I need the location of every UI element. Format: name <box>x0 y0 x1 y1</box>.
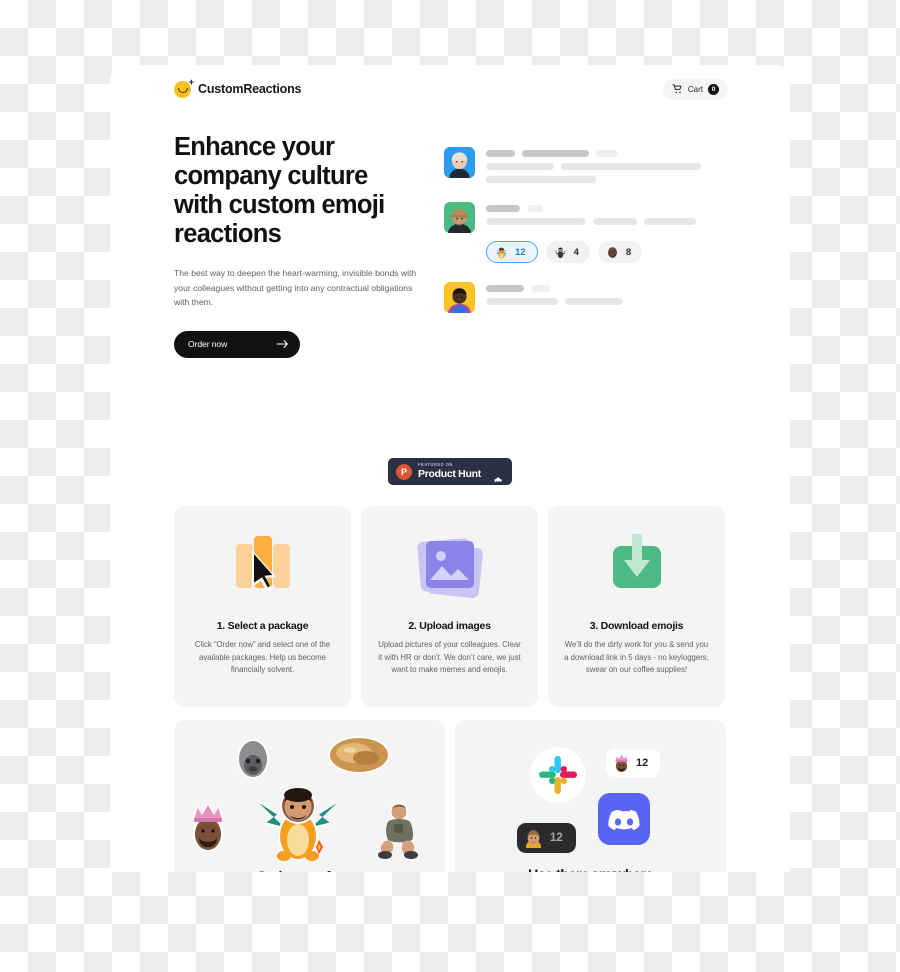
crouching-man-sticker <box>370 800 426 867</box>
feature-card-select-package: 1. Select a package Click “Order now” an… <box>174 506 351 707</box>
upload-images-icon <box>411 520 489 616</box>
feature-title: 3. Download emojis <box>589 620 684 632</box>
hero-section: Enhance your company culture with custom… <box>110 133 790 358</box>
reaction-pill[interactable]: 8 <box>597 241 643 263</box>
bread-sticker <box>326 734 392 781</box>
reaction-pill-row: 12 4 8 <box>486 241 732 263</box>
message-skeleton <box>486 282 732 313</box>
cart-button[interactable]: Cart 0 <box>662 78 728 100</box>
reaction-count: 8 <box>625 246 632 258</box>
discord-icon <box>598 793 650 850</box>
message-skeleton <box>486 202 732 233</box>
site-header: + CustomReactions Cart 0 <box>110 65 790 113</box>
reaction-pill[interactable]: 12 <box>486 241 538 263</box>
chat-mock: 12 4 8 <box>444 133 732 358</box>
product-hunt-upvote-count: 109 <box>494 478 502 483</box>
bottom-card-title: Serious or funny <box>174 868 445 872</box>
product-hunt-text: FEATURED ON Product Hunt <box>418 463 488 479</box>
reaction-count: 12 <box>515 246 526 258</box>
product-hunt-badge[interactable]: P FEATURED ON Product Hunt 109 <box>388 458 512 485</box>
apps-collage: 12 12 <box>455 720 726 868</box>
arrow-right-icon <box>276 340 288 348</box>
blonde-man-emoji <box>526 830 541 848</box>
feature-card-upload-images: 2. Upload images Upload pictures of your… <box>361 506 538 707</box>
order-now-button[interactable]: Order now <box>174 330 300 358</box>
smiley-plus-icon: + <box>174 77 194 98</box>
crown-man-emoji <box>615 754 628 772</box>
bottom-card-serious-or-funny: Serious or funny Laughs and suprised loo… <box>174 720 445 872</box>
cart-label: Cart <box>687 84 703 94</box>
product-hunt-logo-icon: P <box>396 463 412 480</box>
bottom-card-use-them-anywhere: 12 12 <box>455 720 726 872</box>
chat-message <box>444 282 732 313</box>
cart-count-badge: 0 <box>708 83 719 95</box>
reaction-pill[interactable]: 4 <box>545 241 590 263</box>
feature-title: 1. Select a package <box>216 620 309 632</box>
order-now-label: Order now <box>188 339 228 349</box>
message-skeleton <box>486 147 732 183</box>
product-hunt-upvote[interactable]: 109 <box>494 460 504 483</box>
slack-icon <box>530 747 586 808</box>
download-emojis-icon <box>598 520 676 616</box>
chat-message-with-reactions: 12 4 8 <box>444 202 732 263</box>
product-hunt-featured-label: FEATURED ON <box>418 462 453 468</box>
avatar-man-cap <box>444 202 475 233</box>
page-title: Enhance your company culture with custom… <box>174 133 385 248</box>
bald-man-emoji <box>605 245 620 260</box>
feature-card-row: 1. Select a package Click “Order now” an… <box>174 506 726 707</box>
feature-title: 2. Upload images <box>408 620 491 632</box>
brand-logo[interactable]: + CustomReactions <box>174 77 302 98</box>
bottom-card-row: Serious or funny Laughs and suprised loo… <box>174 720 726 872</box>
crown-man-sticker <box>186 798 230 859</box>
brand-name: CustomReactions <box>198 82 302 96</box>
hero-subtitle: The best way to deepen the heart-warming… <box>174 268 417 307</box>
avatar-blonde-woman <box>444 147 475 178</box>
reaction-count: 4 <box>573 246 579 258</box>
charizard-man-sticker <box>252 780 344 871</box>
avatar-man-yellow <box>444 282 475 313</box>
product-hunt-name: Product Hunt <box>418 468 481 481</box>
feature-card-download-emojis: 3. Download emojis We’ll do the dirty wo… <box>548 506 725 707</box>
charizard-face-emoji <box>494 245 509 260</box>
reaction-count: 12 <box>550 832 563 844</box>
gorilla-sticker <box>232 736 274 785</box>
reaction-count: 12 <box>636 757 649 769</box>
reaction-chip-dark[interactable]: 12 <box>517 823 576 853</box>
cart-icon <box>672 84 682 94</box>
chat-message <box>444 202 732 233</box>
reaction-chip-light[interactable]: 12 <box>606 749 661 777</box>
dragon-crouch-emoji <box>553 245 568 260</box>
hero-copy: Enhance your company culture with custom… <box>174 133 424 358</box>
chat-message <box>444 147 732 183</box>
page-card: + CustomReactions Cart 0 Enhance your co… <box>110 65 790 872</box>
feature-body: We’ll do the dirty work for you & send y… <box>564 640 709 674</box>
feature-body: Click “Order now” and select one of the … <box>194 640 331 674</box>
select-package-icon <box>224 520 302 616</box>
product-hunt-wrap: P FEATURED ON Product Hunt 109 <box>110 458 790 485</box>
feature-body: Upload pictures of your colleagues. Clea… <box>378 640 521 674</box>
bottom-card-title: Use them anywhere <box>455 866 726 872</box>
